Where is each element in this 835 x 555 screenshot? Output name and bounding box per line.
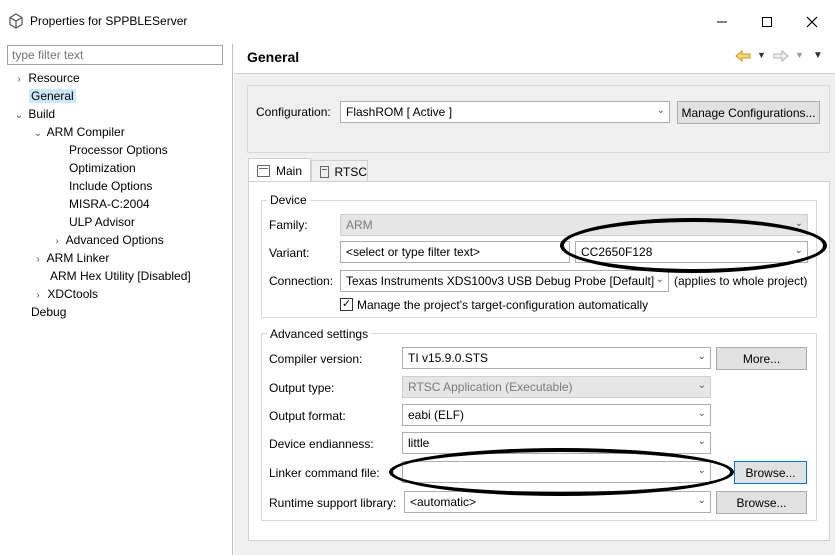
output-type-combo: RTSC Application (Executable) ⌄	[402, 376, 711, 398]
close-icon[interactable]	[800, 10, 824, 34]
chevron-right-icon[interactable]: ›	[32, 251, 44, 268]
tab-rtsc-label: RTSC	[334, 164, 367, 179]
back-icon[interactable]	[735, 48, 751, 64]
tree-item-label: Debug	[31, 305, 67, 319]
manage-target-label: Manage the project's target-configuratio…	[357, 298, 649, 312]
maximize-icon[interactable]	[755, 10, 779, 34]
window-title: Properties for SPPBLEServer	[30, 14, 188, 28]
manage-configurations-button[interactable]: Manage Configurations...	[677, 101, 820, 124]
linker-browse-button[interactable]: Browse...	[734, 461, 807, 484]
forward-menu-icon[interactable]: ▼	[795, 50, 804, 60]
tree-item-general[interactable]: General	[29, 88, 76, 105]
tree-item-label: Resource	[28, 71, 80, 85]
output-type-value: RTSC Application (Executable)	[408, 380, 573, 394]
configuration-combo[interactable]: FlashROM [ Active ] ⌄	[340, 101, 670, 123]
configuration-label: Configuration:	[256, 105, 331, 119]
tree-item-label: ULP Advisor	[69, 215, 135, 229]
tree-item-label: ARM Hex Utility [Disabled]	[50, 269, 191, 283]
tree-item-label: Processor Options	[69, 143, 168, 157]
output-format-combo[interactable]: eabi (ELF) ⌄	[402, 404, 711, 426]
tab-main[interactable]: Main	[248, 158, 311, 182]
chevron-down-icon: ⌄	[697, 351, 706, 362]
page-title: General	[247, 49, 300, 65]
output-type-label: Output type:	[269, 381, 335, 395]
highlight-ellipse-variant	[560, 218, 827, 273]
tree-item-label: ARM Linker	[46, 251, 110, 265]
linker-command-file-label: Linker command file:	[269, 466, 380, 480]
variant-label: Variant:	[269, 246, 310, 260]
tree-item-label: ARM Compiler	[46, 125, 125, 139]
chevron-down-icon[interactable]: ⌄	[13, 107, 25, 124]
runtime-browse-button[interactable]: Browse...	[716, 491, 807, 514]
connection-value: Texas Instruments XDS100v3 USB Debug Pro…	[346, 274, 655, 288]
variant-filter-input[interactable]: <select or type filter text>	[340, 241, 570, 263]
tree-item-processor-options[interactable]: Processor Options	[69, 142, 168, 159]
tree-item-build[interactable]: ⌄ Build	[13, 106, 55, 123]
runtime-support-library-label: Runtime support library:	[269, 496, 397, 510]
rtsc-tab-icon	[320, 165, 329, 178]
main-tab-icon	[257, 164, 270, 177]
family-label: Family:	[269, 218, 308, 232]
device-group-title: Device	[267, 193, 310, 207]
chevron-right-icon[interactable]: ›	[51, 233, 63, 250]
family-value: ARM	[346, 218, 373, 232]
view-menu-icon[interactable]: ▼	[813, 50, 823, 61]
compiler-version-label: Compiler version:	[269, 352, 363, 366]
tab-main-label: Main	[276, 163, 303, 178]
tree-item-advanced-options[interactable]: › Advanced Options	[51, 232, 164, 250]
tab-rtsc[interactable]: RTSC	[311, 160, 368, 182]
chevron-down-icon: ⌄	[656, 105, 665, 116]
manage-target-checkbox[interactable]: ✓	[340, 298, 353, 311]
chevron-down-icon: ⌄	[697, 495, 706, 506]
tree-item-label: Include Options	[69, 179, 153, 193]
highlight-ellipse-linker	[389, 448, 734, 496]
compiler-version-combo[interactable]: TI v15.9.0.STS ⌄	[402, 347, 711, 369]
tree-item-arm-hex-utility[interactable]: ARM Hex Utility [Disabled]	[50, 268, 191, 285]
device-endianness-value: little	[408, 436, 430, 450]
chevron-down-icon: ⌄	[697, 436, 706, 447]
chevron-down-icon: ⌄	[655, 274, 664, 285]
back-menu-icon[interactable]: ▼	[757, 50, 766, 60]
filter-input[interactable]	[7, 45, 223, 65]
chevron-right-icon[interactable]: ›	[32, 287, 44, 304]
app-icon	[8, 13, 24, 29]
connection-label: Connection:	[269, 274, 334, 288]
output-format-value: eabi (ELF)	[408, 408, 465, 422]
tree-item-arm-compiler[interactable]: ⌄ ARM Compiler	[32, 124, 125, 141]
advanced-settings-title: Advanced settings	[267, 327, 372, 341]
tree-item-label: MISRA-C:2004	[69, 197, 150, 211]
tree-item-label: Optimization	[69, 161, 136, 175]
compiler-version-value: TI v15.9.0.STS	[408, 351, 489, 365]
chevron-down-icon[interactable]: ⌄	[32, 125, 44, 142]
forward-icon[interactable]	[773, 48, 789, 64]
device-endianness-label: Device endianness:	[269, 437, 374, 451]
minimize-icon[interactable]	[710, 10, 734, 34]
tree-item-arm-linker[interactable]: › ARM Linker	[32, 250, 109, 267]
tree-item-debug[interactable]: Debug	[31, 304, 66, 321]
runtime-support-library-value: <automatic>	[410, 495, 477, 509]
tree-item-ulp-advisor[interactable]: ULP Advisor	[69, 214, 135, 231]
connection-note: (applies to whole project)	[674, 274, 808, 288]
tree-item-xdctools[interactable]: › XDCtools	[32, 286, 98, 303]
more-button[interactable]: More...	[716, 347, 807, 370]
tree-item-label: Build	[28, 107, 56, 121]
tree-item-optimization[interactable]: Optimization	[69, 160, 136, 177]
connection-combo[interactable]: Texas Instruments XDS100v3 USB Debug Pro…	[340, 270, 669, 292]
tree-item-label: General	[29, 89, 76, 103]
tree-item-label: Advanced Options	[65, 233, 164, 247]
output-format-label: Output format:	[269, 409, 346, 423]
chevron-down-icon: ⌄	[697, 408, 706, 419]
chevron-down-icon: ⌄	[697, 380, 706, 391]
configuration-value: FlashROM [ Active ]	[346, 105, 453, 119]
tree-item-misra[interactable]: MISRA-C:2004	[69, 196, 150, 213]
variant-filter-text: <select or type filter text>	[346, 245, 481, 259]
tree-item-include-options[interactable]: Include Options	[69, 178, 152, 195]
chevron-right-icon[interactable]: ›	[13, 71, 25, 88]
tree-item-resource[interactable]: › Resource	[13, 70, 80, 88]
tree-item-label: XDCtools	[47, 287, 99, 301]
